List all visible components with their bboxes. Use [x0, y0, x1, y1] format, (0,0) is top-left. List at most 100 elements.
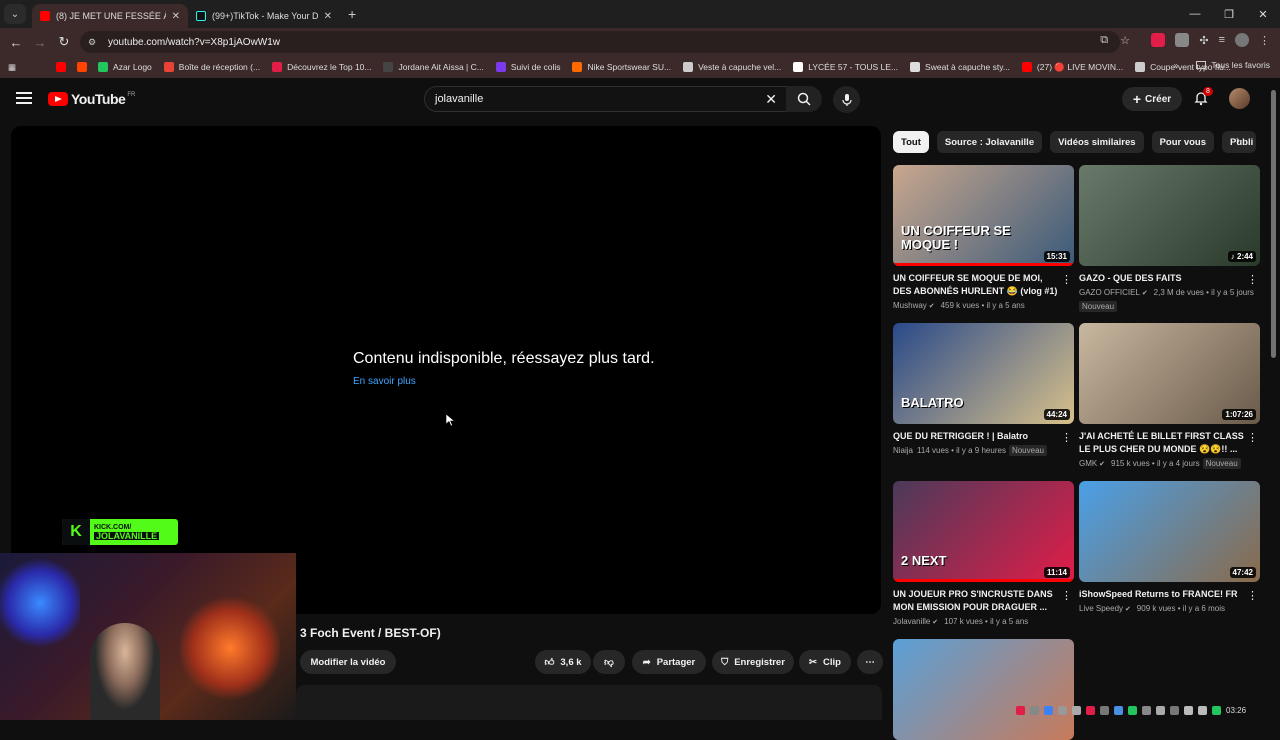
- video-thumbnail[interactable]: [893, 639, 1074, 740]
- tray-icon[interactable]: [1156, 705, 1165, 715]
- share-button[interactable]: ➦ Partager: [632, 650, 706, 674]
- tray-icon[interactable]: [1072, 705, 1081, 715]
- wifi-icon[interactable]: [1184, 705, 1193, 715]
- bookmark-item[interactable]: Suivi de colis: [495, 62, 560, 73]
- tray-icon[interactable]: [1030, 705, 1039, 715]
- chip-similar[interactable]: Vidéos similaires: [1050, 131, 1144, 153]
- tab-search-button[interactable]: ⌄: [4, 4, 26, 24]
- minimize-icon[interactable]: —: [1178, 8, 1212, 20]
- forward-icon[interactable]: →: [28, 35, 52, 50]
- more-options-icon[interactable]: ⋮: [1247, 273, 1258, 286]
- tray-icon[interactable]: [1016, 705, 1025, 715]
- back-icon[interactable]: ←: [4, 35, 28, 50]
- chip-for-you[interactable]: Pour vous: [1151, 131, 1215, 153]
- voice-search-button[interactable]: [833, 86, 860, 113]
- more-options-icon[interactable]: ⋮: [1061, 431, 1072, 444]
- video-thumbnail[interactable]: BALATRO 44:24: [893, 323, 1074, 424]
- clip-button[interactable]: ✂ Clip: [799, 650, 851, 674]
- new-tab-icon[interactable]: +: [348, 6, 356, 22]
- bookmark-item[interactable]: [56, 62, 71, 73]
- recommended-video-card[interactable]: 47:42 iShowSpeed Returns to FRANCE! FR Liv…: [1079, 481, 1260, 615]
- bookmark-star-icon[interactable]: ☆: [1120, 34, 1130, 47]
- channel-name[interactable]: Jolavanille: [893, 617, 930, 626]
- bookmark-item[interactable]: (27) 🔴 LIVE MOVIN...: [1021, 62, 1123, 73]
- recommended-video-card[interactable]: 1:07:26 J'AI ACHETÉ LE BILLET FIRST CLASS…: [1079, 323, 1260, 470]
- account-avatar[interactable]: [1229, 88, 1250, 109]
- chip-source[interactable]: Source : Jolavanille: [936, 131, 1043, 153]
- page-scrollbar[interactable]: [1271, 90, 1276, 358]
- apps-grid-icon[interactable]: ▦: [8, 62, 16, 73]
- install-icon[interactable]: ⧉: [1100, 34, 1108, 47]
- bookmark-item[interactable]: Sweat à capuche sty...: [910, 62, 1010, 73]
- site-info-icon[interactable]: ⚙: [88, 37, 102, 48]
- more-options-icon[interactable]: ⋮: [1061, 273, 1072, 286]
- video-title[interactable]: UN COIFFEUR SE MOQUE DE MOI, DES ABONNÉS…: [893, 272, 1074, 298]
- tray-icon[interactable]: [1100, 705, 1109, 715]
- reload-icon[interactable]: ↻: [52, 34, 76, 50]
- tray-icon[interactable]: [1086, 705, 1095, 715]
- bookmark-item[interactable]: Jordane Ait Aissa | C...: [383, 62, 484, 73]
- bookmark-item[interactable]: Nike Sportswear SU...: [572, 62, 671, 73]
- recommended-video-card[interactable]: UN COIFFEUR SE MOQUE ! 15:31 UN COIFFEUR S…: [893, 165, 1074, 312]
- tray-icon[interactable]: [1142, 705, 1151, 715]
- bookmark-item[interactable]: Veste à capuche vel...: [683, 62, 781, 73]
- chevron-right-icon[interactable]: ›: [1236, 133, 1240, 147]
- restore-icon[interactable]: ❐: [1212, 8, 1246, 21]
- more-options-icon[interactable]: ⋮: [1061, 589, 1072, 602]
- channel-name[interactable]: Live Speedy: [1079, 604, 1123, 613]
- description-box[interactable]: [296, 685, 882, 720]
- bluetooth-icon[interactable]: [1114, 705, 1123, 715]
- close-window-icon[interactable]: ✕: [1246, 8, 1280, 21]
- youtube-logo[interactable]: YouTube FR: [48, 91, 135, 107]
- bookmark-item[interactable]: LYCÉE 57 - TOUS LE...: [793, 62, 898, 73]
- bookmark-item[interactable]: Boîte de réception (...: [163, 62, 260, 73]
- tray-icon[interactable]: [1058, 705, 1067, 715]
- close-icon[interactable]: ✕: [172, 11, 180, 22]
- video-thumbnail[interactable]: 47:42: [1079, 481, 1260, 582]
- search-button[interactable]: [786, 86, 822, 112]
- video-title[interactable]: GAZO - QUE DES FAITS: [1079, 272, 1260, 285]
- channel-name[interactable]: Niaija: [893, 446, 913, 455]
- edit-video-button[interactable]: Modifier la vidéo: [300, 650, 396, 674]
- recommended-video-card[interactable]: BALATRO 44:24 QUE DU RETRIGGER ! | Balatro…: [893, 323, 1074, 456]
- channel-name[interactable]: GMK: [1079, 459, 1097, 468]
- profile-avatar-icon[interactable]: [1235, 33, 1249, 47]
- volume-icon[interactable]: [1198, 705, 1207, 715]
- tab-tiktok[interactable]: (99+)TikTok - Make Your Day ✕: [188, 4, 340, 28]
- bookmark-item[interactable]: Azar Logo: [98, 62, 152, 73]
- search-input[interactable]: jolavanille ✕: [424, 86, 788, 112]
- video-thumbnail[interactable]: 1:07:26: [1079, 323, 1260, 424]
- extension-icon[interactable]: [1151, 33, 1166, 47]
- video-thumbnail[interactable]: 2 NEXT 11:14: [893, 481, 1074, 582]
- video-thumbnail[interactable]: ♪ 2:44: [1079, 165, 1260, 266]
- media-control-icon[interactable]: ≡: [1219, 34, 1225, 46]
- recommended-video-card[interactable]: ♪ 2:44 GAZO - QUE DES FAITS GAZO OFFICIEL …: [1079, 165, 1260, 312]
- channel-name[interactable]: Mushway: [893, 301, 927, 310]
- video-title[interactable]: QUE DU RETRIGGER ! | Balatro: [893, 430, 1074, 443]
- create-button[interactable]: + Créer: [1122, 87, 1182, 111]
- video-title[interactable]: iShowSpeed Returns to FRANCE! FR: [1079, 588, 1260, 601]
- video-title[interactable]: J'AI ACHETÉ LE BILLET FIRST CLASS LE PLU…: [1079, 430, 1260, 456]
- tab-youtube[interactable]: (8) JE MET UNE FESSÉE À @Mu ✕: [32, 4, 188, 28]
- bookmark-item[interactable]: Découvrez le Top 10...: [272, 62, 371, 73]
- tray-icon[interactable]: [1128, 705, 1137, 715]
- battery-icon[interactable]: [1212, 705, 1221, 715]
- clear-search-icon[interactable]: ✕: [765, 91, 777, 108]
- menu-kebab-icon[interactable]: ⋮: [1259, 34, 1270, 47]
- close-icon[interactable]: ✕: [324, 11, 332, 22]
- video-thumbnail[interactable]: UN COIFFEUR SE MOQUE ! 15:31: [893, 165, 1074, 266]
- like-button[interactable]: 👍︎ 3,6 k: [535, 650, 591, 674]
- all-bookmarks[interactable]: » Tous les favoris: [1174, 60, 1270, 70]
- more-options-icon[interactable]: ⋮: [1247, 431, 1258, 444]
- more-options-icon[interactable]: ⋮: [1247, 589, 1258, 602]
- channel-name[interactable]: GAZO OFFICIEL: [1079, 288, 1140, 297]
- chevron-right-icon[interactable]: »: [1174, 60, 1179, 70]
- learn-more-link[interactable]: En savoir plus: [353, 376, 416, 387]
- save-button[interactable]: ⛉ Enregistrer: [712, 650, 794, 674]
- dislike-button[interactable]: 👎︎: [593, 650, 625, 674]
- bookmark-item[interactable]: [77, 62, 92, 73]
- url-bar[interactable]: ⚙ youtube.com/watch?v=X8p1jAOwW1w: [80, 31, 1120, 53]
- more-actions-button[interactable]: ⋯: [857, 650, 883, 674]
- video-title[interactable]: UN JOUEUR PRO S'INCRUSTE DANS MON EMISSI…: [893, 588, 1074, 614]
- extension-icon[interactable]: [1175, 33, 1190, 47]
